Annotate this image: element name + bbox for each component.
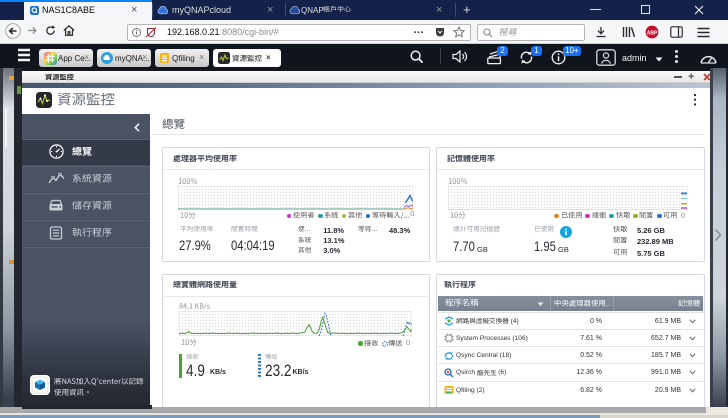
svg-text:ABP: ABP	[647, 30, 658, 36]
